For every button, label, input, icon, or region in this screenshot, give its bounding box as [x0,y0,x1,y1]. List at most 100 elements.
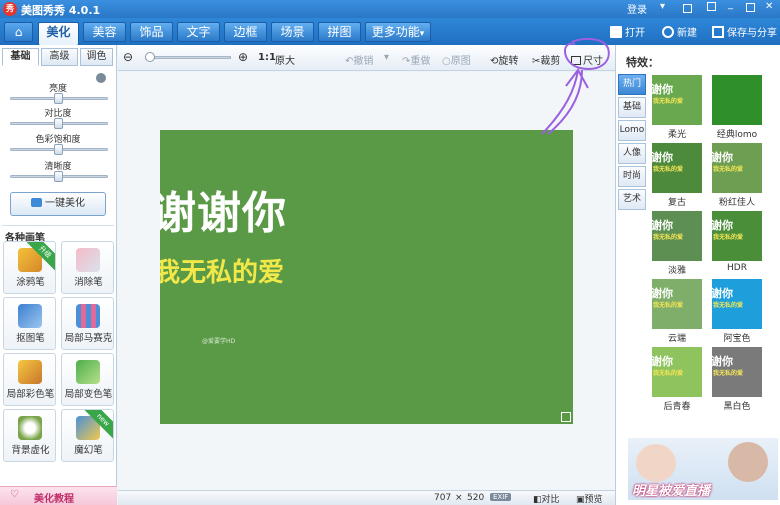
resize-button[interactable]: 尺寸 [571,52,603,67]
skin-icon[interactable]: ▾ [660,1,665,12]
exif-button[interactable]: EXIF [490,493,512,501]
brush-mosaic[interactable]: 局部马赛克 [61,297,114,350]
brush-doodle[interactable]: 升级 涂鸦笔 [3,241,56,294]
zoom-out-icon[interactable]: ⊖ [123,50,133,64]
brightness-slider[interactable] [10,93,108,104]
sharpness-slider[interactable] [10,171,108,182]
actual-size-ratio[interactable]: 1:1 [258,52,276,63]
brush-recolor[interactable]: 局部变色笔 [61,353,114,406]
original-image-button[interactable]: ○原图 [442,52,471,67]
effect-tile[interactable]: 谢你 我无私的爱 [652,347,702,397]
settings-icon[interactable] [707,2,716,11]
tab-beautify[interactable]: 美化 [38,22,79,45]
effect-thumb-text: 谢你 [652,287,673,300]
effects-panel: 特效： 热门 基础 Lomo 人像 时尚 艺术 谢你 我无私的爱 柔光 经典lomo 谢… [615,45,780,505]
cat-portrait[interactable]: 人像 [618,143,646,164]
zoom-knob[interactable] [145,52,155,62]
ad-face-left [636,444,676,482]
close-icon[interactable]: ✕ [765,1,773,12]
new-label: 新建 [677,28,697,39]
tab-collage[interactable]: 拼图 [318,22,361,42]
brush-magic[interactable]: new 魔幻笔 [61,409,114,462]
brush-eraser[interactable]: 消除笔 [61,241,114,294]
effect-label: 后青春 [663,402,691,412]
cat-lomo[interactable]: Lomo [618,120,646,141]
ad-banner[interactable]: 明星被爱直播 [628,438,778,500]
minimize-icon[interactable]: _ [728,0,733,10]
effect-tile[interactable]: 谢你 我无私的爱 [712,143,762,193]
left-panel: 基础 高级 调色 亮度 对比度 色彩饱和度 清晰度 一键美化 各种画笔 升级 涂… [0,45,117,505]
tab-accessories[interactable]: 饰品 [130,22,173,42]
feedback-icon[interactable] [683,4,692,13]
cat-basic[interactable]: 基础 [618,97,646,118]
redo-button[interactable]: ↷重做 [402,52,430,67]
redo-label: 重做 [410,56,431,67]
cat-hot[interactable]: 热门 [618,74,646,95]
rotate-button[interactable]: ⟲旋转 [490,52,518,67]
save-share-button[interactable]: 保存与分享 [712,24,777,39]
mosaic-icon [76,304,100,328]
open-button[interactable]: 打开 [610,24,645,39]
effect-tile[interactable]: 谢你 我无私的爱 [652,75,702,125]
tab-advanced[interactable]: 高级 [41,48,78,66]
saturation-slider[interactable] [10,144,108,155]
effect-thumb-subtext: 我无私的爱 [653,166,684,173]
tab-text[interactable]: 文字 [177,22,220,42]
brush-cutout[interactable]: 抠图笔 [3,297,56,350]
cat-art[interactable]: 艺术 [618,189,646,210]
login-link[interactable]: 登录 [627,1,647,16]
tab-more[interactable]: 更多功能▾ [365,22,431,42]
undo-dropdown-icon[interactable]: ▾ [384,52,389,63]
tab-color[interactable]: 调色 [80,48,113,66]
tab-face[interactable]: 美容 [83,22,126,42]
effect-thumb-text: 谢你 [712,355,733,368]
one-key-beautify-button[interactable]: 一键美化 [10,192,106,216]
tab-more-label: 更多功能 [371,25,420,39]
effect-tile[interactable] [712,75,762,125]
tutorial-label: 美化教程 [34,494,74,505]
tab-frame[interactable]: 边框 [224,22,267,42]
resize-handle-icon[interactable] [561,412,571,422]
effect-tile[interactable]: 谢你 我无私的爱 [712,347,762,397]
zoom-in-icon[interactable]: ⊕ [238,50,248,64]
undo-button[interactable]: ↶撤销 [345,52,373,67]
slider-thumb[interactable] [54,171,63,182]
preview-button[interactable]: ▣预览 [576,492,603,505]
zoom-slider[interactable] [145,52,231,62]
resize-icon [571,56,581,65]
slider-thumb[interactable] [54,144,63,155]
tab-scene[interactable]: 场景 [271,22,314,42]
tutorial-link[interactable]: ♡ 美化教程 [0,486,117,505]
original-size-button[interactable]: 原大 [275,52,295,67]
effect-thumb-subtext: 我无私的爱 [713,166,744,173]
edited-photo[interactable]: 谢谢你 我无私的爱 @爱要学HD [160,130,573,424]
tab-basic[interactable]: 基础 [2,48,39,66]
effect-tile[interactable]: 谢你 我无私的爱 [652,211,702,261]
maximize-icon[interactable] [746,3,755,12]
slider-thumb[interactable] [54,118,63,129]
home-button[interactable]: ⌂ [4,22,33,42]
effect-tile[interactable]: 谢你 我无私的爱 [712,279,762,329]
magic-icon [31,198,42,207]
compare-icon: ◧ [533,495,542,505]
new-button[interactable]: 新建 [662,24,697,39]
brush-label: 魔幻笔 [74,445,103,456]
effect-thumb-text: 谢你 [712,219,733,232]
effect-tile[interactable]: 谢你 我无私的爱 [712,211,762,261]
paint-bucket-icon [76,360,100,384]
effect-thumb-subtext: 我无私的爱 [713,370,744,377]
contrast-slider[interactable] [10,118,108,129]
heart-icon: ♡ [10,489,19,500]
cat-fashion[interactable]: 时尚 [618,166,646,187]
effect-tile[interactable]: 谢你 我无私的爱 [652,279,702,329]
brush-blur-bg[interactable]: 背景虚化 [3,409,56,462]
image-toolbar: ⊖ ⊕ 1:1 原大 ↶撤销 ▾ ↷重做 ○原图 ⟲旋转 ✂裁剪 尺寸 [118,45,615,71]
compare-button[interactable]: ◧对比 [533,492,560,505]
effect-thumb-text: 谢你 [652,219,673,232]
circle-icon: ○ [442,56,451,67]
effect-tile[interactable]: 谢你 我无私的爱 [652,143,702,193]
brush-color[interactable]: 局部彩色笔 [3,353,56,406]
crop-button[interactable]: ✂裁剪 [532,52,560,67]
slider-thumb[interactable] [54,93,63,104]
effect-label: HDR [727,263,747,273]
